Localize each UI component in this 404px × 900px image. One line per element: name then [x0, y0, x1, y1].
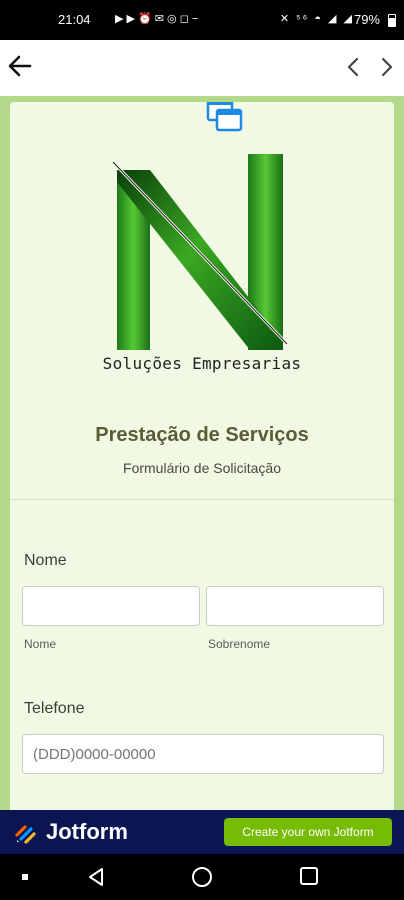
chevron-left-icon[interactable]	[344, 56, 364, 78]
jotform-banner: Jotform Create your own Jotform	[0, 810, 404, 854]
notification-icons: ▶ ▶ ⏰ ✉ ◎ ◻ −	[115, 13, 199, 25]
header-divider	[10, 499, 394, 500]
nav-menu-icon[interactable]	[22, 874, 28, 880]
status-bar: 21:04 ▶ ▶ ⏰ ✉ ◎ ◻ − ✕ ⁵⁶ ◓ ◢ ◢ 79%	[0, 0, 404, 40]
create-jotform-button[interactable]: Create your own Jotform	[224, 818, 392, 846]
jotform-logo-icon	[15, 825, 36, 844]
first-name-sublabel: Nome	[24, 637, 57, 651]
status-time: 21:04	[58, 12, 91, 27]
form-title: Prestação de Serviços	[95, 424, 309, 446]
nav-recents-icon[interactable]	[300, 867, 318, 885]
nome-label: Nome	[24, 552, 67, 569]
chevron-right-icon[interactable]	[376, 56, 396, 78]
company-logo	[111, 154, 289, 350]
battery-icon	[388, 14, 396, 27]
jotform-brand: Jotform	[46, 819, 128, 844]
company-name: Soluções Empresarias	[102, 354, 302, 373]
first-name-input[interactable]	[22, 586, 200, 626]
nav-home-icon[interactable]	[192, 867, 212, 887]
nav-back-icon[interactable]	[86, 866, 106, 888]
top-navigation	[0, 40, 404, 96]
battery-percent: 79%	[353, 12, 380, 27]
window-icon[interactable]	[205, 102, 245, 136]
form-subtitle: Formulário de Solicitação	[123, 460, 281, 476]
phone-input[interactable]	[22, 734, 384, 774]
back-arrow-icon[interactable]	[6, 52, 34, 80]
telefone-label: Telefone	[24, 700, 85, 717]
system-icons: ✕ ⁵⁶ ◓ ◢ ◢	[279, 13, 354, 25]
system-nav-bar	[0, 854, 404, 900]
last-name-sublabel: Sobrenome	[208, 637, 271, 651]
form-card: Soluções Empresarias Prestação de Serviç…	[10, 102, 394, 822]
last-name-input[interactable]	[206, 586, 384, 626]
